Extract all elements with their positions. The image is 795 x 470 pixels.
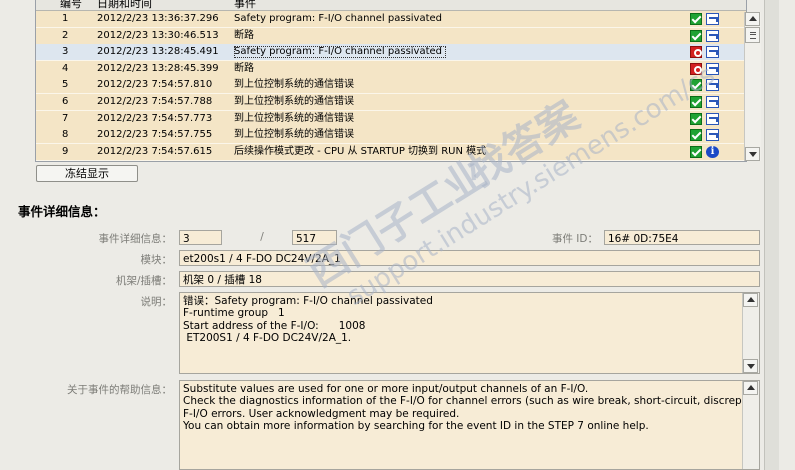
row-datetime: 2012/2/23 13:28:45.399 <box>97 62 219 74</box>
detail-index-field: 3 <box>179 230 222 245</box>
row-number: 9 <box>62 145 69 157</box>
row-number: 3 <box>62 46 69 58</box>
event-details-title: 事件详细信息： <box>18 204 106 219</box>
row-datetime: 2012/2/23 7:54:57.810 <box>97 79 213 91</box>
error-icon <box>690 46 702 59</box>
row-number: 8 <box>62 129 69 141</box>
open-in-editor-icon[interactable] <box>706 112 719 125</box>
row-datetime: 2012/2/23 7:54:57.755 <box>97 129 213 141</box>
row-datetime: 2012/2/23 13:36:37.296 <box>97 13 219 24</box>
table-header: 编号 日期和时间 事件 <box>36 0 746 11</box>
description-label: 说明： <box>140 296 173 308</box>
diagnostic-buffer-table: 编号 日期和时间 事件 1 2012/2/23 13:36:37.296 Safet… <box>35 0 747 162</box>
event-id-field: 16# 0D:75E4 <box>604 230 760 245</box>
scroll-down-arrow-icon[interactable] <box>743 359 758 373</box>
row-number: 2 <box>62 29 69 41</box>
row-event: 断路 <box>234 62 254 74</box>
description-scrollbar[interactable] <box>742 293 759 373</box>
table-row[interactable]: 3 2012/2/23 13:28:45.491 Safety program: F… <box>36 44 746 62</box>
table-row[interactable]: 5 2012/2/23 7:54:57.810 到上位控制系统的通信错误 <box>36 77 746 95</box>
detail-separator: / <box>260 231 264 243</box>
scroll-thumb[interactable] <box>745 27 760 43</box>
row-datetime: 2012/2/23 13:30:46.513 <box>97 29 219 41</box>
detail-info-label: 事件详细信息： <box>98 233 173 245</box>
open-in-editor-icon[interactable] <box>706 46 719 59</box>
help-text: Substitute values are used for one or mo… <box>183 383 759 433</box>
info-icon[interactable]: i <box>706 145 719 158</box>
row-event: 到上位控制系统的通信错误 <box>234 79 354 91</box>
check-icon <box>690 29 702 42</box>
open-in-editor-icon[interactable] <box>706 29 719 42</box>
row-datetime: 2012/2/23 7:54:57.615 <box>97 145 213 157</box>
module-field: et200s1 / 4 F-DO DC24V/2A_1 <box>179 250 760 266</box>
check-icon <box>690 79 702 92</box>
scroll-up-arrow-icon[interactable] <box>743 293 758 307</box>
row-number: 6 <box>62 96 69 107</box>
check-icon <box>690 96 702 108</box>
check-icon <box>690 112 702 125</box>
row-datetime: 2012/2/23 7:54:57.788 <box>97 96 213 107</box>
scroll-up-arrow-icon[interactable] <box>745 12 760 26</box>
open-in-editor-icon[interactable] <box>706 13 719 25</box>
check-icon <box>690 13 702 25</box>
header-event[interactable]: 事件 <box>234 0 256 11</box>
scroll-up-arrow-icon[interactable] <box>743 381 758 395</box>
table-row[interactable]: 1 2012/2/23 13:36:37.296 Safety program: F… <box>36 11 746 28</box>
row-event: 断路 <box>234 29 254 41</box>
table-row[interactable]: 6 2012/2/23 7:54:57.788 到上位控制系统的通信错误 <box>36 94 746 111</box>
rack-slot-label: 机架/插槽： <box>115 275 172 287</box>
check-icon <box>690 145 702 158</box>
check-icon <box>690 129 702 142</box>
row-event: Safety program: F-I/O channel passivated <box>234 13 443 24</box>
freeze-display-button[interactable]: 冻结显示 <box>36 165 138 182</box>
description-text: 错误：Safety program: F-I/O channel passiva… <box>183 295 433 345</box>
row-number: 5 <box>62 79 69 91</box>
error-icon <box>690 62 702 75</box>
description-textarea[interactable]: 错误：Safety program: F-I/O channel passiva… <box>179 292 760 374</box>
table-scrollbar[interactable] <box>744 12 761 161</box>
row-event: 到上位控制系统的通信错误 <box>234 112 354 124</box>
rack-slot-field: 机架 0 / 插槽 18 <box>179 271 760 287</box>
header-datetime[interactable]: 日期和时间 <box>97 0 152 11</box>
help-textarea[interactable]: Substitute values are used for one or mo… <box>179 380 760 470</box>
help-scrollbar[interactable] <box>742 381 759 469</box>
open-in-editor-icon[interactable] <box>706 96 719 108</box>
open-in-editor-icon[interactable] <box>706 62 719 75</box>
row-event: Safety program: F-I/O channel passivated <box>234 46 447 59</box>
event-id-label: 事件 ID： <box>551 233 598 245</box>
table-row[interactable]: 7 2012/2/23 7:54:57.773 到上位控制系统的通信错误 <box>36 110 746 128</box>
panel-scrollbar[interactable] <box>764 0 779 470</box>
row-number: 4 <box>62 62 69 74</box>
scroll-down-arrow-icon[interactable] <box>745 147 760 161</box>
table-row[interactable]: 4 2012/2/23 13:28:45.399 断路 <box>36 60 746 78</box>
header-no[interactable]: 编号 <box>60 0 82 11</box>
open-in-editor-icon[interactable] <box>706 79 719 92</box>
help-label: 关于事件的帮助信息： <box>67 384 172 396</box>
row-number: 7 <box>62 112 69 124</box>
table-row[interactable]: 8 2012/2/23 7:54:57.755 到上位控制系统的通信错误 <box>36 127 746 145</box>
row-event: 到上位控制系统的通信错误 <box>234 129 354 141</box>
row-datetime: 2012/2/23 13:28:45.491 <box>97 46 219 58</box>
detail-total-field: 517 <box>292 230 337 245</box>
row-event: 到上位控制系统的通信错误 <box>234 96 354 107</box>
row-event: 后续操作模式更改 - CPU 从 STARTUP 切换到 RUN 模式 <box>234 145 487 157</box>
row-number: 1 <box>62 13 69 24</box>
module-label: 模块： <box>140 254 173 266</box>
table-row[interactable]: 9 2012/2/23 7:54:57.615 后续操作模式更改 - CPU 从 S… <box>36 143 746 161</box>
table-row[interactable]: 2 2012/2/23 13:30:46.513 断路 <box>36 27 746 45</box>
open-in-editor-icon[interactable] <box>706 129 719 142</box>
row-datetime: 2012/2/23 7:54:57.773 <box>97 112 213 124</box>
